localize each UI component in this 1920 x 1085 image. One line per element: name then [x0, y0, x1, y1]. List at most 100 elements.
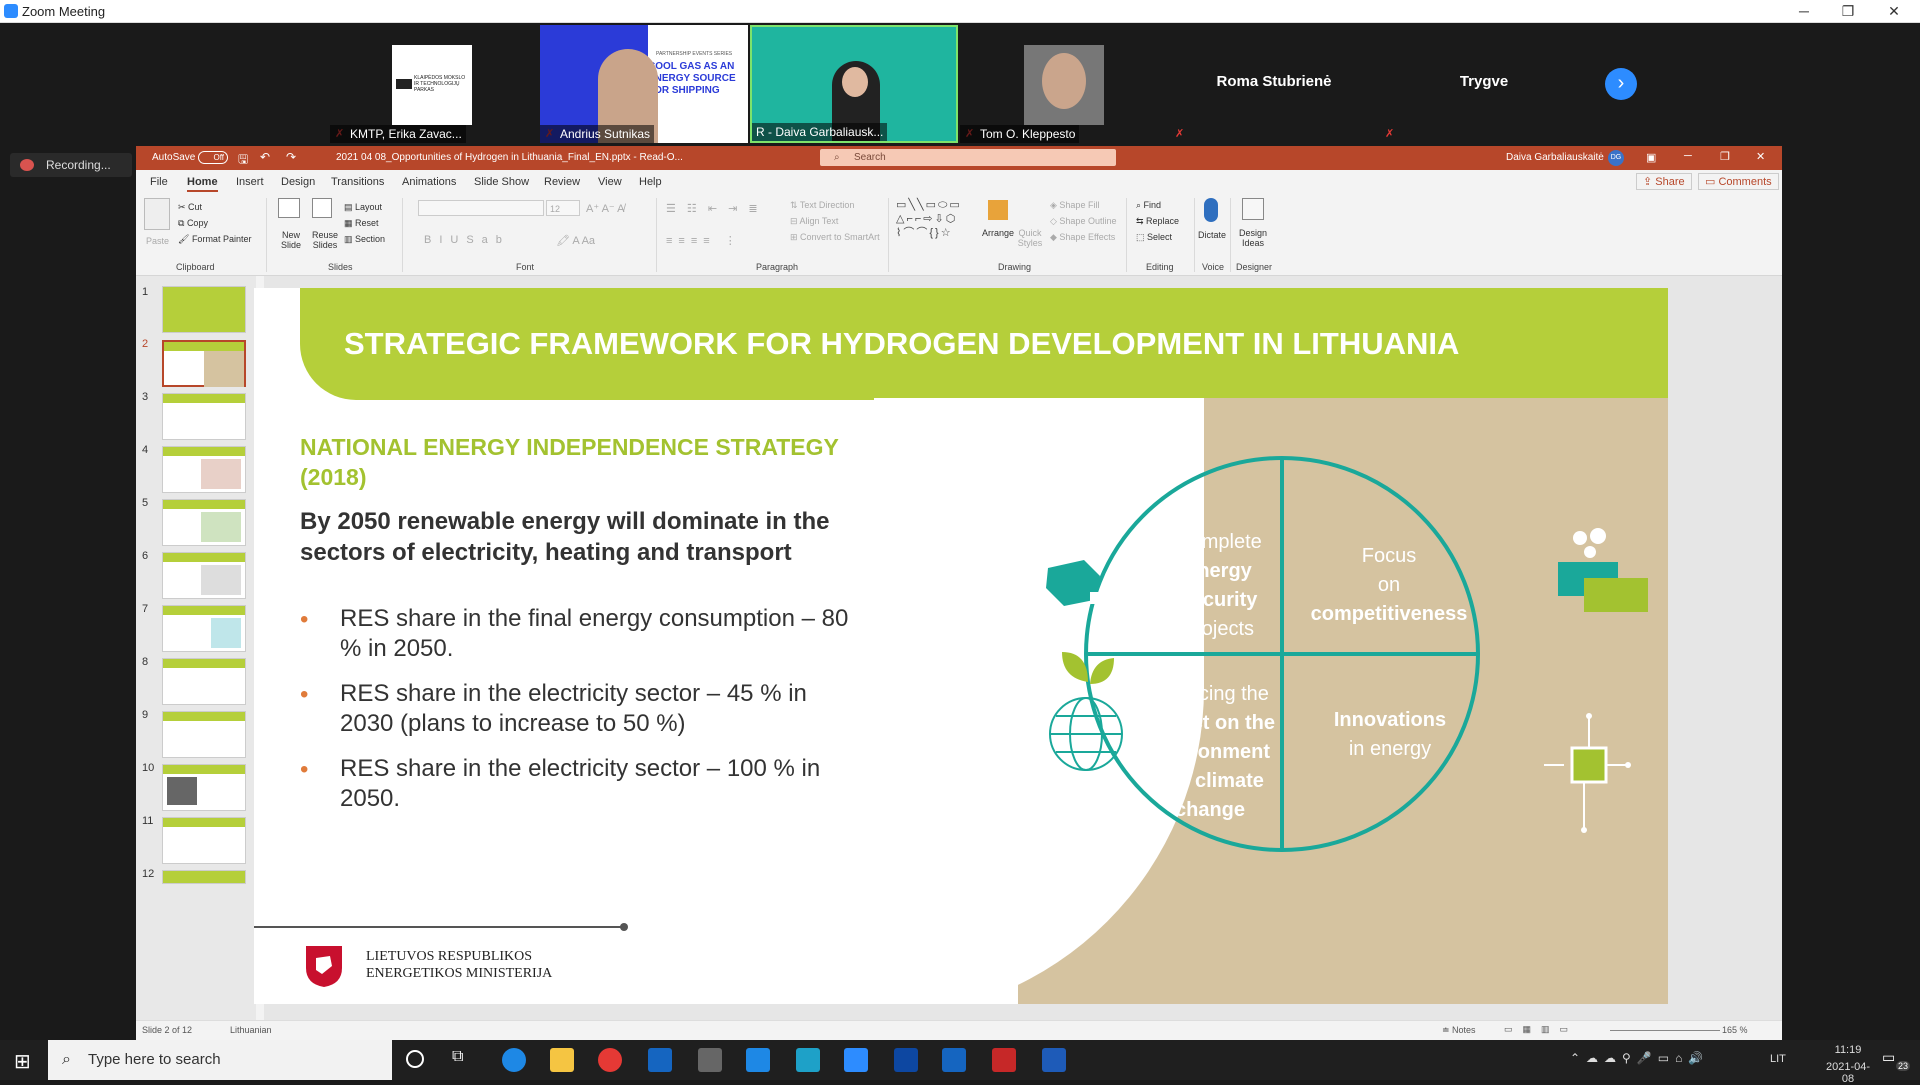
photos-icon[interactable]	[894, 1048, 918, 1072]
cut-button[interactable]: ✂ Cut	[178, 202, 202, 213]
next-page-icon[interactable]: ›	[1605, 68, 1637, 100]
tab-transitions[interactable]: Transitions	[331, 176, 384, 188]
convert-smartart-button[interactable]: ⊞ Convert to SmartArt	[790, 232, 880, 243]
new-slide-button[interactable]: New Slide	[276, 230, 306, 250]
language-indicator[interactable]: Lithuanian	[230, 1025, 272, 1035]
redo-icon[interactable]: ↷	[286, 150, 296, 164]
notes-button[interactable]: ≐ Notes	[1442, 1025, 1476, 1036]
tab-help[interactable]: Help	[639, 176, 662, 188]
restore-button[interactable]: ❐	[1720, 150, 1730, 163]
slide-thumbnail-selected[interactable]	[162, 340, 246, 387]
paste-label[interactable]: Paste	[146, 236, 169, 246]
video-icon[interactable]	[942, 1048, 966, 1072]
clock-time[interactable]: 11:19	[1820, 1044, 1876, 1056]
slide-thumbnail[interactable]	[162, 605, 246, 652]
section-button[interactable]: ▥ Section	[344, 234, 385, 245]
bullets-icon[interactable]: ☰ ☷ ⇤ ⇥ ≣	[666, 202, 762, 215]
tab-view[interactable]: View	[598, 176, 622, 188]
quick-styles-button[interactable]: Quick Styles	[1016, 228, 1044, 248]
shape-fill-button[interactable]: ◈ Shape Fill	[1050, 200, 1099, 211]
clock-date[interactable]: 2021-04-08	[1820, 1061, 1876, 1085]
slide-thumbnail[interactable]	[162, 817, 246, 864]
slide-thumbnail[interactable]	[162, 870, 246, 884]
select-button[interactable]: ⬚ Select	[1136, 232, 1172, 243]
arrange-button[interactable]: Arrange	[982, 228, 1014, 238]
recording-indicator[interactable]: Recording...	[10, 153, 132, 177]
zoom-level[interactable]: 165 %	[1722, 1025, 1748, 1035]
participant-tile[interactable]: PARTNERSHIP EVENTS SERIES COOL GAS AS AN…	[540, 25, 748, 143]
slide-thumbnail[interactable]	[162, 552, 246, 599]
user-avatar[interactable]: DG	[1608, 150, 1624, 166]
dictate-button[interactable]: Dictate	[1198, 230, 1226, 240]
font-family-select[interactable]	[418, 200, 544, 216]
design-ideas-icon[interactable]	[1242, 198, 1264, 220]
slide-thumbnail[interactable]	[162, 711, 246, 758]
comments-button[interactable]: ▭ Comments	[1698, 173, 1779, 190]
search-box[interactable]: ⌕ Search	[820, 149, 1116, 166]
font-style-buttons[interactable]: BIUSab	[424, 234, 510, 246]
reuse-slides-icon[interactable]	[312, 198, 332, 218]
font-color-icon[interactable]: 🖍 A Aa	[556, 234, 595, 247]
participant-tile[interactable]: KLAIPĖDOS MOKSLO IR TECHNOLOGIJŲ PARKAS …	[330, 25, 538, 143]
slide-thumbnail[interactable]	[162, 286, 246, 333]
app-l-icon[interactable]	[796, 1048, 820, 1072]
minimize-button[interactable]: ─	[1784, 2, 1824, 20]
participant-tile[interactable]: Trygve ✗	[1380, 25, 1588, 143]
zoom-taskbar-icon[interactable]	[844, 1048, 868, 1072]
ribbon-display-icon[interactable]: ▣	[1646, 151, 1656, 164]
format-painter-button[interactable]: 🖌 Format Painter	[178, 234, 251, 245]
windows-start-icon[interactable]: ⊞	[14, 1049, 31, 1074]
notification-icon[interactable]: ▭	[1882, 1049, 1895, 1066]
slide-canvas[interactable]: STRATEGIC FRAMEWORK FOR HYDROGEN DEVELOP…	[254, 288, 1668, 1004]
text-direction-button[interactable]: ⇅ Text Direction	[790, 200, 854, 211]
language-indicator[interactable]: LIT	[1770, 1053, 1786, 1065]
slide-thumbnail[interactable]	[162, 658, 246, 705]
slide-thumbnail[interactable]	[162, 499, 246, 546]
file-explorer-icon[interactable]	[550, 1048, 574, 1072]
align-text-button[interactable]: ⊟ Align Text	[790, 216, 838, 227]
close-button[interactable]: ✕	[1756, 150, 1765, 163]
slide-thumbnail[interactable]	[162, 393, 246, 440]
design-ideas-button[interactable]: Design Ideas	[1236, 228, 1270, 248]
replace-button[interactable]: ⇆ Replace	[1136, 216, 1179, 227]
close-button[interactable]: ✕	[1874, 2, 1914, 20]
task-view-icon[interactable]: ⧉	[452, 1048, 463, 1066]
participant-tile-active[interactable]: R - Daiva Garbaliausk...	[750, 25, 958, 143]
share-button[interactable]: ⇪ Share	[1636, 173, 1692, 190]
autosave-toggle[interactable]: Off	[198, 151, 228, 164]
participant-tile[interactable]: Roma Stubrienė ✗	[1170, 25, 1378, 143]
arrange-icon[interactable]	[988, 200, 1008, 220]
tab-design[interactable]: Design	[281, 176, 315, 188]
font-size-select[interactable]: 12	[546, 200, 580, 216]
outlook-icon[interactable]	[648, 1048, 672, 1072]
tab-animations[interactable]: Animations	[402, 176, 456, 188]
shape-outline-button[interactable]: ◇ Shape Outline	[1050, 216, 1116, 227]
slide-thumbnail[interactable]	[162, 764, 246, 811]
save-icon[interactable]: 🖫	[238, 150, 248, 171]
shape-effects-button[interactable]: ◆ Shape Effects	[1050, 232, 1115, 243]
participant-tile[interactable]: ✗ Tom O. Kleppesto	[960, 25, 1168, 143]
shapes-gallery[interactable]: ▭╲╲▭⬭▭ △⌐⌐⇨⇩⬡ ⌇⌒⌒{}☆	[896, 198, 980, 242]
zoom-slider[interactable]	[1610, 1030, 1720, 1031]
cortana-icon[interactable]	[406, 1050, 424, 1068]
system-tray-icons[interactable]: ⌃☁☁⚲🎤▭⌂🔊	[1570, 1051, 1709, 1065]
chrome-icon[interactable]	[598, 1048, 622, 1072]
taskbar-search[interactable]: ⌕ Type here to search	[48, 1040, 392, 1080]
edge-icon[interactable]	[502, 1048, 526, 1072]
layout-button[interactable]: ▤ Layout	[344, 202, 382, 213]
reuse-slides-button[interactable]: Reuse Slides	[310, 230, 340, 250]
acrobat-icon[interactable]	[992, 1048, 1016, 1072]
font-grow-icon[interactable]: A⁺ A⁻ A̸	[586, 202, 625, 215]
restore-button[interactable]: ❐	[1828, 2, 1868, 20]
minimize-button[interactable]: ─	[1684, 150, 1692, 162]
slide-thumbnail[interactable]	[162, 446, 246, 493]
word-icon[interactable]	[1042, 1048, 1066, 1072]
undo-icon[interactable]: ↶	[260, 150, 270, 164]
reset-button[interactable]: ▦ Reset	[344, 218, 379, 229]
tab-file[interactable]: File	[150, 176, 168, 188]
align-icons[interactable]: ≡≡≡≡ ⋮	[666, 234, 742, 247]
find-button[interactable]: ⌕ Find	[1136, 200, 1161, 211]
tab-home[interactable]: Home	[187, 176, 218, 192]
paste-icon[interactable]	[144, 198, 170, 230]
tab-insert[interactable]: Insert	[236, 176, 264, 188]
